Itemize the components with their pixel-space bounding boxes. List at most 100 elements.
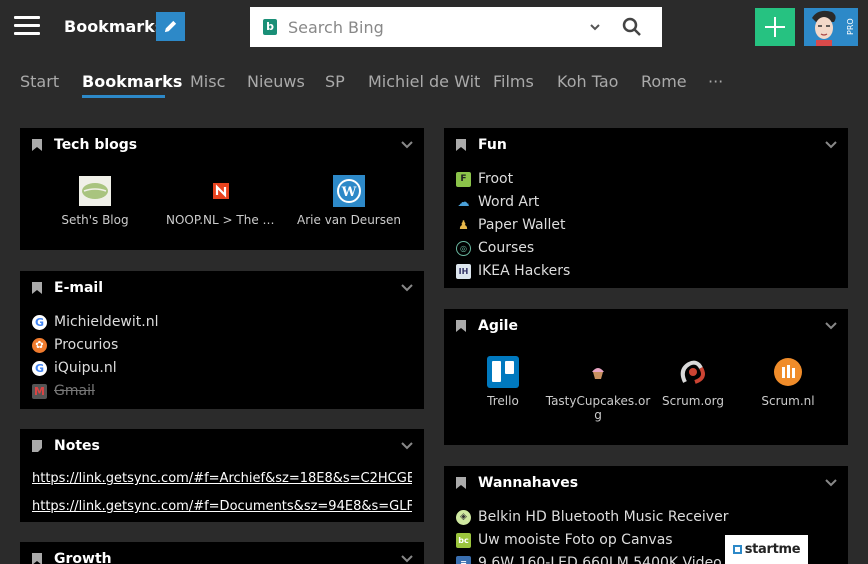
widget-title: Growth (54, 551, 112, 564)
startme-square-icon (732, 545, 742, 554)
google-icon: G (32, 314, 47, 330)
search-engine-dropdown-icon[interactable] (588, 20, 602, 34)
bookmark-tile[interactable]: TastyCupcakes.org (543, 356, 653, 422)
list-item[interactable]: ✿ Procurios (32, 335, 118, 355)
bookmark-tile[interactable]: Scrum.nl (733, 356, 843, 408)
chevron-down-icon[interactable] (824, 140, 838, 150)
tab-bookmarks[interactable]: Bookmarks (82, 72, 182, 91)
tile-label: Seth's Blog (61, 213, 129, 227)
chevron-down-icon[interactable] (824, 478, 838, 488)
widget-header: Agile (444, 309, 848, 343)
tab-koh-tao[interactable]: Koh Tao (557, 72, 618, 91)
bookmark-tile[interactable]: Seth's Blog (40, 175, 150, 227)
bookmark-tile[interactable]: Scrum.org (638, 356, 748, 408)
banggood-icon: ≡ (456, 555, 471, 564)
chevron-down-icon[interactable] (400, 283, 414, 293)
list-item[interactable]: bc Uw mooiste Foto op Canvas (456, 530, 673, 550)
bing-logo-icon: b (263, 19, 277, 35)
list-item[interactable]: ☁ Word Art (456, 192, 540, 212)
search-bar: b (250, 7, 662, 47)
widget-agile: Agile Trello TastyCupcakes.org Scrum.org… (444, 309, 848, 445)
search-input[interactable] (288, 7, 588, 47)
tile-label: Scrum.nl (761, 394, 815, 408)
hamburger-menu-icon[interactable] (14, 16, 40, 38)
tab-rome[interactable]: Rome (641, 72, 687, 91)
note-link[interactable]: https://link.getsync.com/#f=Archief&sz=1… (32, 471, 412, 486)
avatar-image (804, 8, 844, 46)
svg-text:W: W (341, 185, 357, 200)
tab-michiel-de-wit[interactable]: Michiel de Wit (368, 72, 480, 91)
list-item[interactable]: M Gmail (32, 381, 95, 401)
bookmark-tile[interactable]: NOOP.NL > The C… (166, 175, 276, 227)
procurios-icon: ✿ (32, 337, 47, 353)
tab-sp[interactable]: SP (325, 72, 345, 91)
bookmark-icon (456, 477, 466, 489)
froot-icon: F (456, 171, 471, 187)
seths-blog-icon (79, 175, 111, 207)
note-icon (32, 440, 42, 452)
page-title: Bookmarks (64, 17, 165, 36)
widget-header: E-mail (20, 271, 424, 305)
widget-header: Wannahaves (444, 466, 848, 500)
add-button[interactable] (755, 8, 795, 46)
tile-label: Arie van Deursen (297, 213, 401, 227)
startme-logo[interactable]: startme (725, 535, 808, 564)
list-item[interactable]: GiQuipu.nl (32, 358, 117, 378)
belkin-icon: ◈ (456, 509, 471, 525)
chevron-down-icon[interactable] (400, 140, 414, 150)
bookmark-icon (456, 139, 466, 151)
pencil-icon (164, 20, 177, 33)
courses-icon: ◎ (456, 240, 471, 256)
gmail-icon: M (32, 383, 47, 399)
chevron-down-icon[interactable] (824, 321, 838, 331)
bookmark-tile[interactable]: W Arie van Deursen (294, 175, 404, 227)
wallet-figure-icon: ♟ (458, 218, 469, 232)
list-item[interactable]: ≡ 9.6W 160-LED 660LM 5400K Video Lig (456, 553, 747, 564)
user-avatar[interactable]: PRO (804, 8, 858, 46)
cupcake-icon (582, 356, 614, 388)
cloud-icon: ☁ (457, 195, 470, 209)
list-item[interactable]: IH IKEA Hackers (456, 261, 570, 281)
note-link[interactable]: https://link.getsync.com/#f=Documents&sz… (32, 499, 412, 514)
bookmark-tile[interactable]: Trello (448, 356, 558, 408)
widget-title: Agile (478, 318, 518, 334)
search-icon[interactable] (622, 17, 642, 37)
noop-icon (205, 175, 237, 207)
tile-label: NOOP.NL > The C… (166, 213, 276, 227)
wordpress-icon: W (333, 175, 365, 207)
widget-email: E-mail G Michieldewit.nl ✿ Procurios GiQui… (20, 271, 424, 409)
list-item[interactable]: ◈ Belkin HD Bluetooth Music Receiver (456, 507, 728, 527)
chevron-down-icon[interactable] (400, 554, 414, 564)
scrum-nl-icon (772, 356, 804, 388)
widget-tech-blogs: Tech blogs Seth's Blog NOOP.NL > The C… … (20, 128, 424, 250)
list-item[interactable]: G Michieldewit.nl (32, 312, 158, 332)
widget-header: Tech blogs (20, 128, 424, 162)
tab-nieuws[interactable]: Nieuws (247, 72, 305, 91)
bookmark-icon (32, 139, 42, 151)
widget-header: Fun (444, 128, 848, 162)
trello-icon (487, 356, 519, 388)
widget-growth: Growth (20, 542, 424, 564)
bookmark-icon (456, 320, 466, 332)
more-tabs-button[interactable]: ··· (708, 72, 723, 91)
tile-label: TastyCupcakes.org (545, 394, 651, 422)
widget-title: Notes (54, 438, 100, 454)
tab-start[interactable]: Start (20, 72, 59, 91)
widget-notes: Notes https://link.getsync.com/#f=Archie… (20, 429, 424, 522)
tile-label: Scrum.org (662, 394, 724, 408)
google-icon: G (32, 360, 47, 376)
tab-films[interactable]: Films (493, 72, 534, 91)
pro-badge: PRO (844, 8, 858, 46)
widget-title: Tech blogs (54, 137, 138, 153)
list-item[interactable]: ◎ Courses (456, 238, 534, 258)
chevron-down-icon[interactable] (400, 441, 414, 451)
list-item[interactable]: F Froot (456, 169, 513, 189)
edit-page-button[interactable] (156, 12, 185, 41)
page-tabs: Start Bookmarks Misc Nieuws SP Michiel d… (0, 64, 868, 104)
tab-misc[interactable]: Misc (190, 72, 225, 91)
list-item[interactable]: ♟ Paper Wallet (456, 215, 565, 235)
widget-title: E-mail (54, 280, 104, 296)
tile-label: Trello (487, 394, 519, 408)
scrum-org-icon (677, 356, 709, 388)
plus-icon (765, 17, 785, 37)
